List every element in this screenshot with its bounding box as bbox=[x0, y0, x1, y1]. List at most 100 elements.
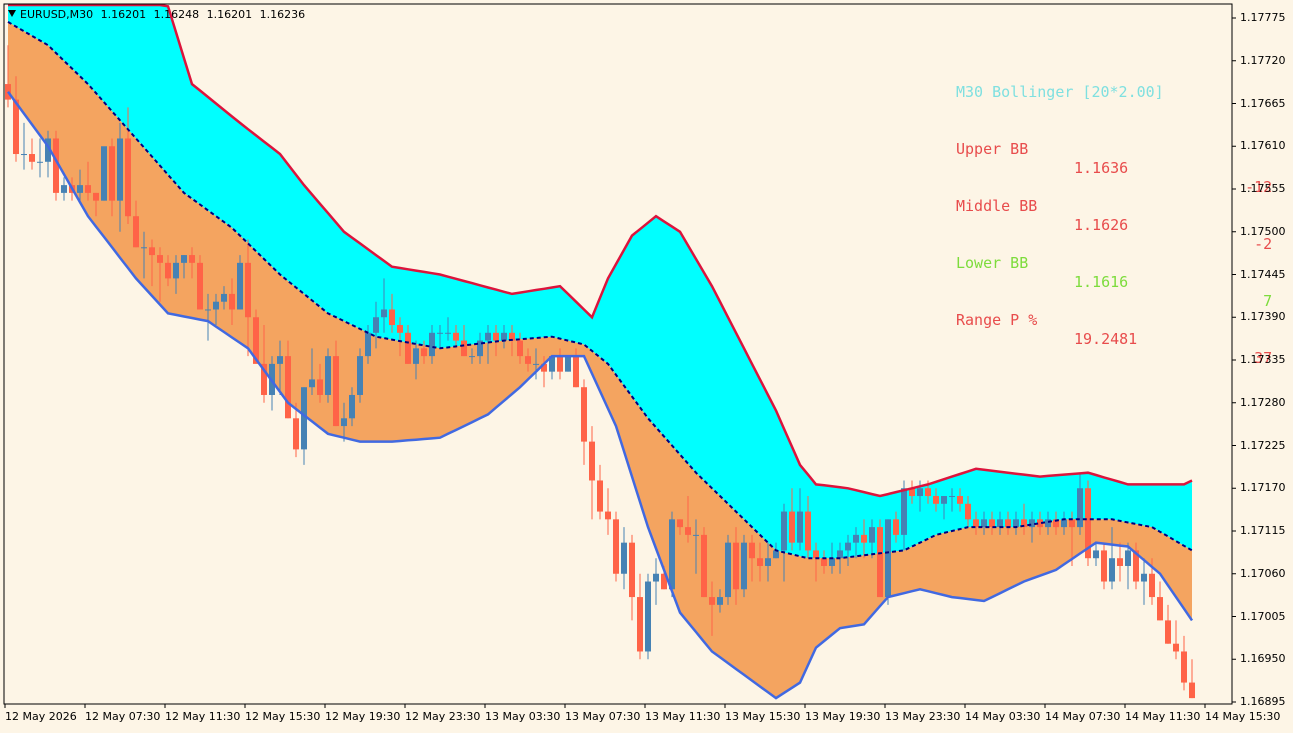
candle bbox=[565, 356, 571, 372]
candle-body bbox=[1061, 519, 1067, 528]
candle-body bbox=[1141, 573, 1147, 582]
candle-body bbox=[717, 597, 723, 605]
candle-body bbox=[93, 192, 99, 201]
candle-body bbox=[1165, 620, 1171, 644]
candle-body bbox=[725, 542, 731, 598]
candle-body bbox=[901, 488, 907, 535]
candle-body bbox=[581, 387, 587, 442]
candle bbox=[197, 255, 203, 310]
time-label: 12 May 11:30 bbox=[165, 710, 241, 723]
chart-window[interactable]: EURUSD,M30 1.16201 1.16248 1.16201 1.162… bbox=[0, 0, 1293, 733]
candle-body bbox=[973, 519, 979, 528]
candle-body bbox=[109, 146, 115, 201]
candle-body bbox=[1045, 519, 1051, 528]
candle-body bbox=[573, 356, 579, 388]
price-label: 1.17720 bbox=[1240, 53, 1286, 67]
candle-body bbox=[101, 146, 107, 201]
candle-body bbox=[189, 255, 195, 263]
ohlc-open: 1.16201 bbox=[100, 8, 147, 21]
collapse-triangle-icon[interactable] bbox=[8, 10, 16, 17]
price-label: 1.17500 bbox=[1240, 224, 1286, 238]
panel-title: M30 Bollinger [20*2.00] bbox=[956, 83, 1164, 101]
time-label: 13 May 23:30 bbox=[885, 710, 961, 723]
candle-body bbox=[709, 597, 715, 605]
candle-body bbox=[533, 363, 539, 365]
candle-body bbox=[85, 185, 91, 193]
candle-body bbox=[485, 332, 491, 341]
row-name: Range P % bbox=[956, 311, 1038, 329]
candle-body bbox=[205, 309, 211, 311]
candle bbox=[877, 519, 883, 598]
price-label: 1.17005 bbox=[1240, 609, 1286, 623]
candle-body bbox=[341, 418, 347, 427]
candle-body bbox=[653, 573, 659, 582]
candle-body bbox=[621, 542, 627, 574]
candle-body bbox=[637, 597, 643, 652]
candle-body bbox=[565, 356, 571, 372]
candle-body bbox=[877, 527, 883, 598]
symbol-label: EURUSD,M30 bbox=[20, 8, 94, 21]
price-label: 1.17390 bbox=[1240, 310, 1286, 324]
candle-body bbox=[237, 262, 243, 310]
price-label: 1.17555 bbox=[1240, 182, 1286, 195]
row-name: Lower BB bbox=[956, 254, 1029, 272]
candle bbox=[101, 146, 107, 201]
candle-body bbox=[149, 247, 155, 256]
row-value: 19.2481 bbox=[1074, 330, 1138, 348]
candle bbox=[1085, 480, 1091, 566]
candle-body bbox=[1149, 573, 1155, 598]
time-label: 12 May 19:30 bbox=[325, 710, 401, 723]
candle-body bbox=[845, 542, 851, 551]
candle-body bbox=[413, 348, 419, 364]
candle-body bbox=[437, 332, 443, 334]
candle-body bbox=[77, 185, 83, 193]
candle-body bbox=[733, 542, 739, 590]
candle-body bbox=[757, 558, 763, 566]
candle-body bbox=[1157, 597, 1163, 621]
candle-body bbox=[629, 542, 635, 598]
panel-row-range: Range P % 19.2481 37 bbox=[956, 292, 1272, 367]
candle-body bbox=[941, 496, 947, 504]
row-value: 1.1626 bbox=[1074, 216, 1129, 234]
candle-body bbox=[469, 356, 475, 358]
candle-body bbox=[805, 511, 811, 551]
candle-body bbox=[557, 356, 563, 372]
price-chart[interactable] bbox=[0, 0, 1293, 733]
candle-body bbox=[277, 356, 283, 364]
candle-body bbox=[157, 255, 163, 263]
candle-body bbox=[1117, 558, 1123, 566]
candle-body bbox=[605, 511, 611, 520]
candle-body bbox=[1077, 488, 1083, 528]
candle-body bbox=[1189, 682, 1195, 699]
panel-row-upper: Upper BB 1.1636 -12 bbox=[956, 121, 1272, 196]
candle-body bbox=[141, 247, 147, 249]
candle-body bbox=[645, 581, 651, 652]
candle-body bbox=[317, 379, 323, 395]
time-label: 14 May 15:30 bbox=[1205, 710, 1281, 723]
candle-body bbox=[133, 216, 139, 248]
candle-body bbox=[597, 480, 603, 512]
candle-body bbox=[981, 519, 987, 528]
candle-body bbox=[381, 309, 387, 318]
candle bbox=[701, 527, 707, 598]
candle-body bbox=[589, 441, 595, 481]
candle-body bbox=[245, 262, 251, 318]
candle-body bbox=[869, 527, 875, 543]
candle-body bbox=[1109, 558, 1115, 582]
candle-body bbox=[821, 558, 827, 566]
row-points: 7 bbox=[1263, 292, 1273, 310]
candle bbox=[885, 519, 891, 605]
candle-body bbox=[373, 317, 379, 333]
candle-body bbox=[997, 519, 1003, 528]
candle-body bbox=[37, 161, 43, 163]
candle-body bbox=[893, 519, 899, 535]
candle-body bbox=[1093, 550, 1099, 559]
time-label: 12 May 07:30 bbox=[85, 710, 161, 723]
ohlc-low: 1.16201 bbox=[206, 8, 253, 21]
candle-body bbox=[525, 356, 531, 364]
bollinger-info-panel: M30 Bollinger [20*2.00] Upper BB 1.1636 … bbox=[956, 26, 1272, 367]
price-label: 1.17225 bbox=[1240, 438, 1286, 452]
candle-body bbox=[701, 534, 707, 598]
price-label: 1.17665 bbox=[1240, 96, 1286, 110]
candle-body bbox=[957, 496, 963, 504]
